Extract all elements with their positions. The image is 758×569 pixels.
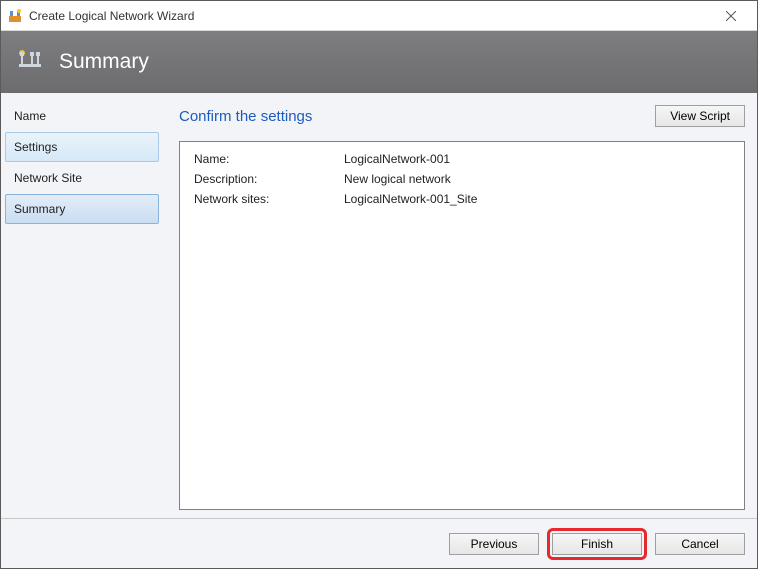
wizard-main: Confirm the settings View Script Name: L… (163, 93, 757, 518)
finish-highlight: Finish (547, 528, 647, 560)
step-network-site[interactable]: Network Site (5, 163, 159, 193)
wizard-footer: Previous Finish Cancel (1, 518, 757, 568)
summary-row-description: Description: New logical network (194, 172, 730, 186)
summary-value: New logical network (344, 172, 451, 186)
summary-label: Network sites: (194, 192, 344, 206)
cancel-button[interactable]: Cancel (655, 533, 745, 555)
close-button[interactable] (711, 1, 751, 30)
summary-label: Name: (194, 152, 344, 166)
window-title: Create Logical Network Wizard (29, 9, 194, 23)
summary-label: Description: (194, 172, 344, 186)
network-icon (15, 47, 45, 77)
wizard-body: Name Settings Network Site Summary Confi… (1, 93, 757, 518)
finish-button[interactable]: Finish (552, 533, 642, 555)
step-summary[interactable]: Summary (5, 194, 159, 224)
banner-title: Summary (59, 50, 149, 74)
wizard-steps-sidebar: Name Settings Network Site Summary (1, 93, 163, 518)
summary-box: Name: LogicalNetwork-001 Description: Ne… (179, 141, 745, 510)
step-settings[interactable]: Settings (5, 132, 159, 162)
wizard-banner: Summary (1, 31, 757, 93)
summary-row-network-sites: Network sites: LogicalNetwork-001_Site (194, 192, 730, 206)
wizard-icon (7, 8, 23, 24)
summary-value: LogicalNetwork-001 (344, 152, 450, 166)
close-icon (726, 11, 736, 21)
page-heading: Confirm the settings (179, 108, 312, 125)
summary-value: LogicalNetwork-001_Site (344, 192, 477, 206)
titlebar: Create Logical Network Wizard (1, 1, 757, 31)
previous-button[interactable]: Previous (449, 533, 539, 555)
summary-row-name: Name: LogicalNetwork-001 (194, 152, 730, 166)
step-name[interactable]: Name (5, 101, 159, 131)
view-script-button[interactable]: View Script (655, 105, 745, 127)
